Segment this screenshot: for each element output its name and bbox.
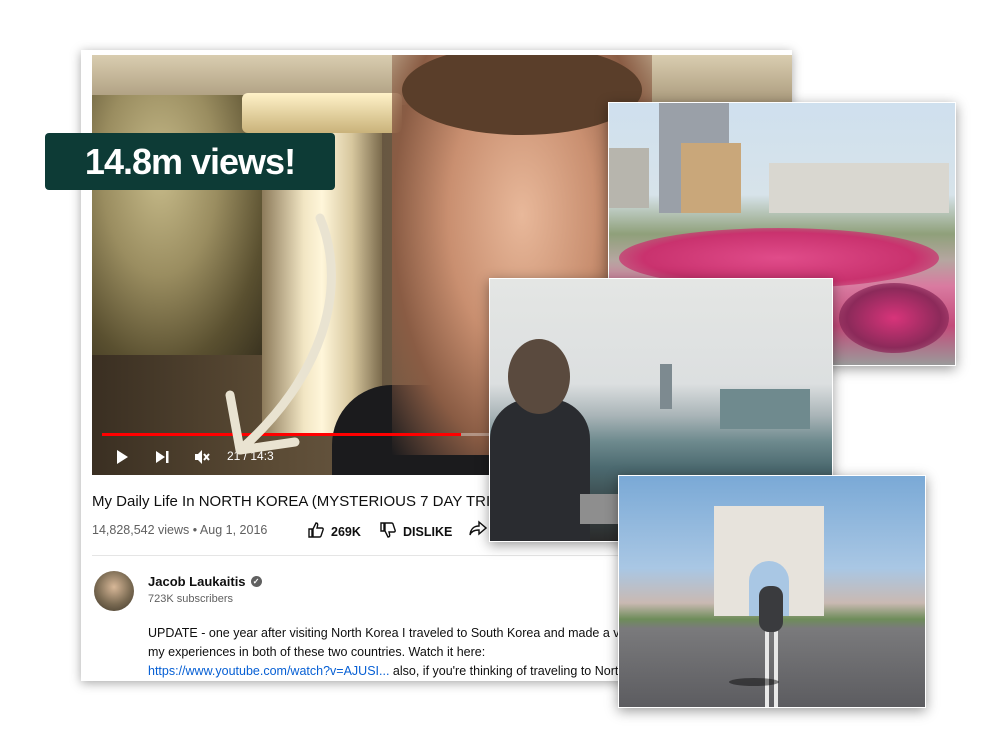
photo-building (769, 163, 949, 213)
views-badge: 14.8m views! (45, 133, 335, 190)
like-count: 269K (331, 524, 361, 539)
thumbs-down-icon (379, 521, 397, 542)
photo-building (609, 148, 649, 208)
like-button[interactable]: 269K (307, 521, 361, 542)
description-link[interactable]: https://www.youtube.com/watch?v=AJUSI... (148, 664, 389, 678)
next-icon[interactable] (148, 443, 176, 471)
photo-person (759, 586, 783, 632)
avatar[interactable] (94, 571, 134, 611)
photo-road-line (774, 626, 778, 707)
description-text: also, if you're thinking of traveling to… (389, 664, 638, 678)
subscriber-count: 723K subscribers (148, 593, 233, 605)
photo-arch-of-triumph (618, 475, 926, 708)
photo-tower (660, 364, 672, 409)
thumbs-up-icon (307, 521, 325, 542)
photo-person-head (508, 339, 570, 414)
views-and-date: 14,828,542 views • Aug 1, 2016 (92, 523, 268, 537)
dislike-label: DISLIKE (403, 524, 453, 539)
play-icon[interactable] (108, 443, 136, 471)
channel-name-text: Jacob Laukaitis (148, 574, 246, 589)
photo-building (681, 143, 741, 213)
photo-person-silhouette (490, 399, 590, 541)
dislike-button[interactable]: DISLIKE (379, 521, 452, 542)
photo-crowd (839, 283, 949, 353)
video-title: My Daily Life In NORTH KOREA (MYSTERIOUS… (92, 493, 501, 510)
channel-name[interactable]: Jacob Laukaitis ✓ (148, 574, 262, 589)
share-icon[interactable] (469, 519, 488, 542)
photo-road-line (765, 626, 769, 707)
photo-shadow (729, 678, 779, 686)
verified-icon: ✓ (250, 576, 262, 587)
hand-drawn-arrow (225, 213, 336, 455)
photo-building (720, 389, 810, 429)
video-scene-pillar-capital (242, 93, 402, 133)
